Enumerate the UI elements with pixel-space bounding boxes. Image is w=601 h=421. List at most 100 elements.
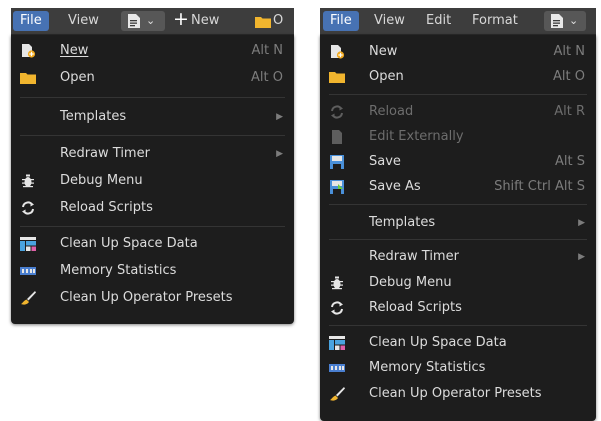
menu-item-debug-menu-label: Debug Menu	[369, 275, 452, 290]
menu-item-new-label: New	[60, 43, 89, 58]
menu-item-redraw-timer-label: Redraw Timer	[369, 249, 459, 264]
menu-item-redraw-timer-label: Redraw Timer	[60, 146, 150, 161]
folder-icon	[329, 72, 345, 83]
menu-item-memory-statistics[interactable]: Memory Statistics	[320, 356, 596, 380]
reload-icon	[331, 301, 343, 315]
file-menu-button[interactable]: File	[13, 11, 49, 31]
text-document-icon	[551, 14, 563, 28]
menu-item-debug-menu[interactable]: Debug Menu	[11, 169, 294, 193]
menu-item-open-label: Open	[369, 69, 404, 84]
menu-item-edit-externally: Edit Externally	[320, 125, 596, 149]
header-bar: File View ⌄ + New O	[11, 8, 294, 35]
save-as-icon	[330, 180, 344, 194]
menu-item-clean-up-space-data-label: Clean Up Space Data	[60, 236, 198, 251]
open-text-button[interactable]: O	[251, 11, 290, 31]
menu-item-new-shortcut: Alt N	[553, 44, 585, 59]
menu-item-clean-up-space-data[interactable]: Clean Up Space Data	[320, 331, 596, 355]
memory-icon	[20, 267, 36, 275]
menu-item-open[interactable]: Open Alt O	[320, 65, 596, 89]
menu-item-debug-menu-label: Debug Menu	[60, 173, 143, 188]
new-file-icon	[22, 44, 36, 58]
menu-item-redraw-timer[interactable]: Redraw Timer ▶	[11, 142, 294, 166]
right-file-menu-panel: File View Edit Format ⌄ New Alt N Open A…	[320, 8, 596, 421]
menu-separator	[329, 239, 587, 240]
menu-item-save-shortcut: Alt S	[555, 154, 585, 169]
menu-item-clean-up-space-data[interactable]: Clean Up Space Data	[11, 232, 294, 256]
submenu-arrow-icon: ▶	[578, 218, 585, 228]
menu-item-reload-label: Reload	[369, 104, 414, 119]
file-menu-dropdown: New Alt N Open Alt O Reload Alt R Edit E…	[320, 35, 596, 421]
edit-menu-button[interactable]: Edit	[419, 11, 458, 31]
menu-item-reload-shortcut: Alt R	[554, 104, 585, 119]
text-datablock-selector[interactable]: ⌄	[121, 11, 165, 31]
space-data-icon	[20, 237, 36, 251]
menu-item-templates[interactable]: Templates ▶	[11, 105, 294, 129]
menu-item-save-label: Save	[369, 154, 401, 169]
menu-item-reload-scripts-label: Reload Scripts	[60, 200, 153, 215]
format-menu-button[interactable]: Format	[465, 11, 525, 31]
header-bar: File View Edit Format ⌄	[320, 8, 596, 35]
chevron-down-icon: ⌄	[569, 14, 579, 27]
menu-item-save-as[interactable]: Save As Shift Ctrl Alt S	[320, 175, 596, 199]
menu-item-open[interactable]: Open Alt O	[11, 66, 294, 90]
menu-item-clean-up-operator-presets[interactable]: Clean Up Operator Presets	[320, 382, 596, 406]
new-text-button[interactable]: + New	[169, 8, 226, 31]
bug-icon	[22, 174, 34, 188]
document-icon	[332, 130, 342, 144]
menu-item-reload-scripts[interactable]: Reload Scripts	[320, 296, 596, 320]
brush-icon	[330, 387, 345, 401]
view-menu-button[interactable]: View	[61, 11, 106, 31]
chevron-down-icon: ⌄	[146, 14, 156, 27]
view-menu-button[interactable]: View	[367, 11, 412, 31]
menu-item-open-label: Open	[60, 70, 95, 85]
menu-item-edit-externally-label: Edit Externally	[369, 129, 464, 144]
menu-item-open-shortcut: Alt O	[251, 70, 283, 85]
new-text-label: New	[191, 13, 220, 28]
menu-item-templates-label: Templates	[369, 215, 436, 230]
text-datablock-selector[interactable]: ⌄	[544, 11, 586, 31]
save-icon	[330, 155, 344, 169]
menu-item-clean-up-operator-presets[interactable]: Clean Up Operator Presets	[11, 286, 294, 310]
menu-item-templates-label: Templates	[60, 109, 127, 124]
menu-item-redraw-timer[interactable]: Redraw Timer ▶	[320, 245, 596, 269]
menu-item-debug-menu[interactable]: Debug Menu	[320, 271, 596, 295]
memory-icon	[329, 364, 345, 372]
menu-separator	[329, 94, 587, 95]
menu-item-save-as-label: Save As	[369, 179, 421, 194]
menu-item-memory-statistics[interactable]: Memory Statistics	[11, 259, 294, 283]
menu-item-new-label: New	[369, 44, 398, 59]
folder-icon	[20, 73, 36, 84]
file-menu-dropdown: New Alt N Open Alt O Templates ▶ Redraw …	[11, 35, 294, 324]
menu-item-reload: Reload Alt R	[320, 100, 596, 124]
menu-separator	[329, 325, 587, 326]
open-text-label: O	[273, 13, 284, 28]
menu-item-clean-up-space-data-label: Clean Up Space Data	[369, 335, 507, 350]
menu-separator	[20, 97, 285, 98]
menu-item-clean-up-operator-presets-label: Clean Up Operator Presets	[369, 386, 542, 401]
menu-item-reload-scripts-label: Reload Scripts	[369, 300, 462, 315]
menu-separator	[329, 204, 587, 205]
submenu-arrow-icon: ▶	[276, 112, 283, 122]
menu-item-templates[interactable]: Templates ▶	[320, 211, 596, 235]
menu-item-new[interactable]: New Alt N	[320, 40, 596, 64]
menu-item-reload-scripts[interactable]: Reload Scripts	[11, 196, 294, 220]
brush-icon	[21, 291, 36, 305]
menu-item-new-shortcut: Alt N	[251, 43, 283, 58]
menu-item-memory-statistics-label: Memory Statistics	[60, 263, 177, 278]
space-data-icon	[329, 336, 345, 350]
reload-icon	[22, 201, 34, 215]
bug-icon	[331, 276, 343, 290]
menu-item-new[interactable]: New Alt N	[11, 39, 294, 63]
menu-item-clean-up-operator-presets-label: Clean Up Operator Presets	[60, 290, 233, 305]
menu-separator	[20, 226, 285, 227]
left-file-menu-panel: File View ⌄ + New O New Alt N Open Alt O…	[11, 8, 294, 324]
plus-icon: +	[173, 8, 189, 30]
submenu-arrow-icon: ▶	[578, 252, 585, 262]
file-menu-button[interactable]: File	[323, 11, 359, 31]
menu-item-save[interactable]: Save Alt S	[320, 150, 596, 174]
folder-icon	[255, 17, 271, 28]
submenu-arrow-icon: ▶	[276, 149, 283, 159]
menu-item-memory-statistics-label: Memory Statistics	[369, 360, 486, 375]
reload-icon	[331, 105, 343, 119]
text-document-icon	[128, 14, 140, 28]
